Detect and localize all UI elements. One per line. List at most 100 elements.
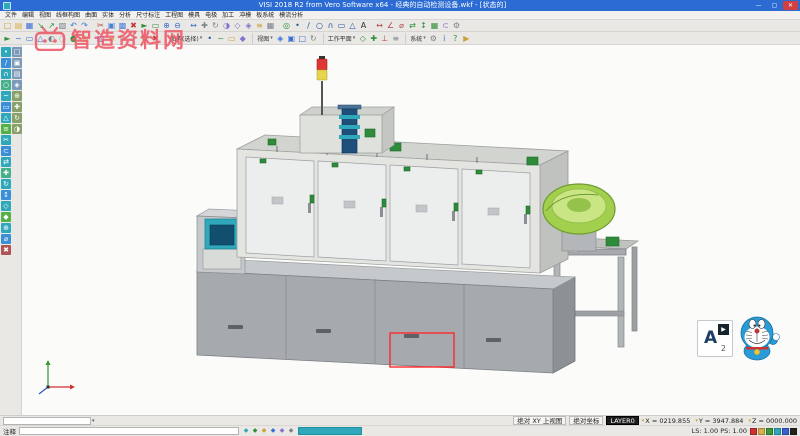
command-input[interactable] — [3, 417, 91, 425]
chevron-down-icon[interactable]: ▾ — [270, 35, 273, 41]
door-latch[interactable] — [382, 199, 386, 207]
active-layer-chip[interactable]: LAYER0 — [606, 416, 638, 425]
orbit-view-icon[interactable]: ↻ — [12, 113, 22, 123]
base-cabinet[interactable] — [197, 259, 575, 373]
solid-tool-icon[interactable]: ◆ — [1, 212, 11, 222]
3d-viewport[interactable]: A ▶ 2 — [22, 45, 800, 415]
menu-item[interactable]: 板系统 — [255, 11, 275, 20]
print-icon[interactable]: ▧ — [57, 20, 68, 31]
fillet-icon[interactable]: ⊂ — [440, 20, 451, 31]
trim-tool-icon[interactable]: ✂ — [1, 135, 11, 145]
measure-tool-icon[interactable]: ⌀ — [1, 234, 11, 244]
zoom-out-icon[interactable]: ⊖ — [172, 20, 183, 31]
zoom-in-icon[interactable]: ⊕ — [161, 20, 172, 31]
save-icon[interactable]: ▦ — [24, 20, 35, 31]
menu-item[interactable]: 冲模 — [238, 11, 252, 20]
menu-item[interactable]: 线框构图 — [55, 11, 81, 20]
menu-item[interactable]: 分析 — [118, 11, 132, 20]
array-icon[interactable]: ▦ — [429, 20, 440, 31]
swatch-blue[interactable] — [782, 428, 789, 435]
view-top-icon[interactable]: ▣ — [286, 33, 297, 44]
entity-curve-icon[interactable]: ~ — [215, 33, 226, 44]
new-file-icon[interactable]: □ — [2, 20, 13, 31]
minimize-button[interactable]: — — [751, 1, 766, 10]
entity-body-icon[interactable]: ◆ — [237, 33, 248, 44]
attributes-icon[interactable]: ✎ — [117, 33, 128, 44]
isolate-icon[interactable]: ◎ — [79, 33, 90, 44]
show-all-icon[interactable]: ● — [68, 33, 79, 44]
chevron-down-icon[interactable]: ▾ — [353, 35, 356, 41]
mirror-icon[interactable]: ⇄ — [407, 20, 418, 31]
menu-item[interactable]: 文件 — [4, 11, 18, 20]
pan-icon[interactable]: ✚ — [199, 20, 210, 31]
swatch-black[interactable] — [790, 428, 797, 435]
door-latch[interactable] — [454, 203, 458, 211]
zoom-fit-icon[interactable]: ↔ — [188, 20, 199, 31]
swatch-yellow[interactable] — [758, 428, 765, 435]
point-icon[interactable]: • — [292, 20, 303, 31]
settings-icon[interactable]: ⚙ — [451, 20, 462, 31]
drawer-handle[interactable] — [404, 334, 419, 338]
system-help-icon[interactable]: ? — [450, 33, 461, 44]
layer-manager-icon[interactable]: ≡ — [106, 33, 117, 44]
door-panel-2[interactable] — [318, 161, 386, 261]
angle-icon[interactable]: ∠ — [385, 20, 396, 31]
signal-tower-light[interactable] — [317, 56, 327, 115]
rectangle-tool-icon[interactable]: ▭ — [1, 102, 11, 112]
chevron-down-icon[interactable]: ▾ — [92, 418, 95, 424]
select-icon[interactable]: ► — [139, 20, 150, 31]
boolean-tool-icon[interactable]: ⊕ — [1, 223, 11, 233]
menu-item[interactable]: 模流分析 — [278, 11, 304, 20]
view-front-icon[interactable]: ▣ — [12, 58, 22, 68]
circle-tool-icon[interactable]: ○ — [1, 80, 11, 90]
grid-icon[interactable]: ▦ — [265, 20, 276, 31]
import-icon[interactable]: ↘ — [35, 20, 46, 31]
swatch-cyan[interactable] — [774, 428, 781, 435]
menu-item[interactable]: 加工 — [221, 11, 235, 20]
text-icon[interactable]: A — [358, 20, 369, 31]
play-icon[interactable]: ▶ — [718, 324, 729, 335]
wireframe-icon[interactable]: ◇ — [232, 20, 243, 31]
track-toggle-icon[interactable]: ◆ — [287, 427, 295, 435]
menu-item[interactable]: 实体 — [101, 11, 115, 20]
rotate-view-icon[interactable]: ↻ — [210, 20, 221, 31]
toolbar-group-label[interactable]: 视图 — [257, 34, 269, 43]
door-panel-1[interactable] — [246, 157, 314, 257]
coordinate-mode-chip[interactable]: 绝对坐标 — [569, 416, 603, 425]
entity-face-icon[interactable]: ▭ — [226, 33, 237, 44]
door-latch[interactable] — [310, 195, 314, 203]
toolbar-group-label[interactable]: 图素(选择) — [170, 34, 199, 43]
copy-icon[interactable]: ▣ — [106, 20, 117, 31]
view-iso-icon[interactable]: ◈ — [12, 80, 22, 90]
fillet-tool-icon[interactable]: ⊂ — [1, 146, 11, 156]
surface-tool-icon[interactable]: ◇ — [1, 201, 11, 211]
ortho-toggle-icon[interactable]: ◆ — [260, 427, 268, 435]
entity-point-icon[interactable]: • — [204, 33, 215, 44]
chevron-down-icon[interactable]: ▾ — [200, 35, 203, 41]
rectangle-icon[interactable]: ▭ — [336, 20, 347, 31]
door-panel-4[interactable] — [462, 169, 530, 268]
erase-icon[interactable]: ✖ — [150, 33, 161, 44]
rotate-tool-icon[interactable]: ↻ — [1, 179, 11, 189]
layer-icon[interactable]: ≡ — [254, 20, 265, 31]
plane-new-icon[interactable]: ✚ — [368, 33, 379, 44]
undo-icon[interactable]: ↶ — [68, 20, 79, 31]
refresh-icon[interactable]: ↻ — [139, 33, 150, 44]
layer-toggle-icon[interactable]: ◆ — [278, 427, 286, 435]
system-info-icon[interactable]: i — [439, 33, 450, 44]
hidden-line-icon[interactable]: ◈ — [243, 20, 254, 31]
arc-icon[interactable]: ∩ — [325, 20, 336, 31]
info-icon[interactable]: i — [128, 33, 139, 44]
grid-toggle-icon[interactable]: ◆ — [251, 427, 259, 435]
select-window-icon[interactable]: ▭ — [150, 20, 161, 31]
menu-item[interactable]: 编辑 — [21, 11, 35, 20]
dimension-icon[interactable]: ↔ — [374, 20, 385, 31]
view-mode-chip[interactable]: 绝对 XY 上视图 — [513, 416, 566, 425]
note-input[interactable] — [19, 427, 239, 435]
menu-item[interactable]: 电极 — [204, 11, 218, 20]
circle-icon[interactable]: ○ — [314, 20, 325, 31]
line-tool-icon[interactable]: / — [1, 58, 11, 68]
chain-select-icon[interactable]: ~ — [13, 33, 24, 44]
view-compass[interactable]: A ▶ 2 — [697, 320, 733, 357]
wcs-toggle-icon[interactable]: ◆ — [269, 427, 277, 435]
